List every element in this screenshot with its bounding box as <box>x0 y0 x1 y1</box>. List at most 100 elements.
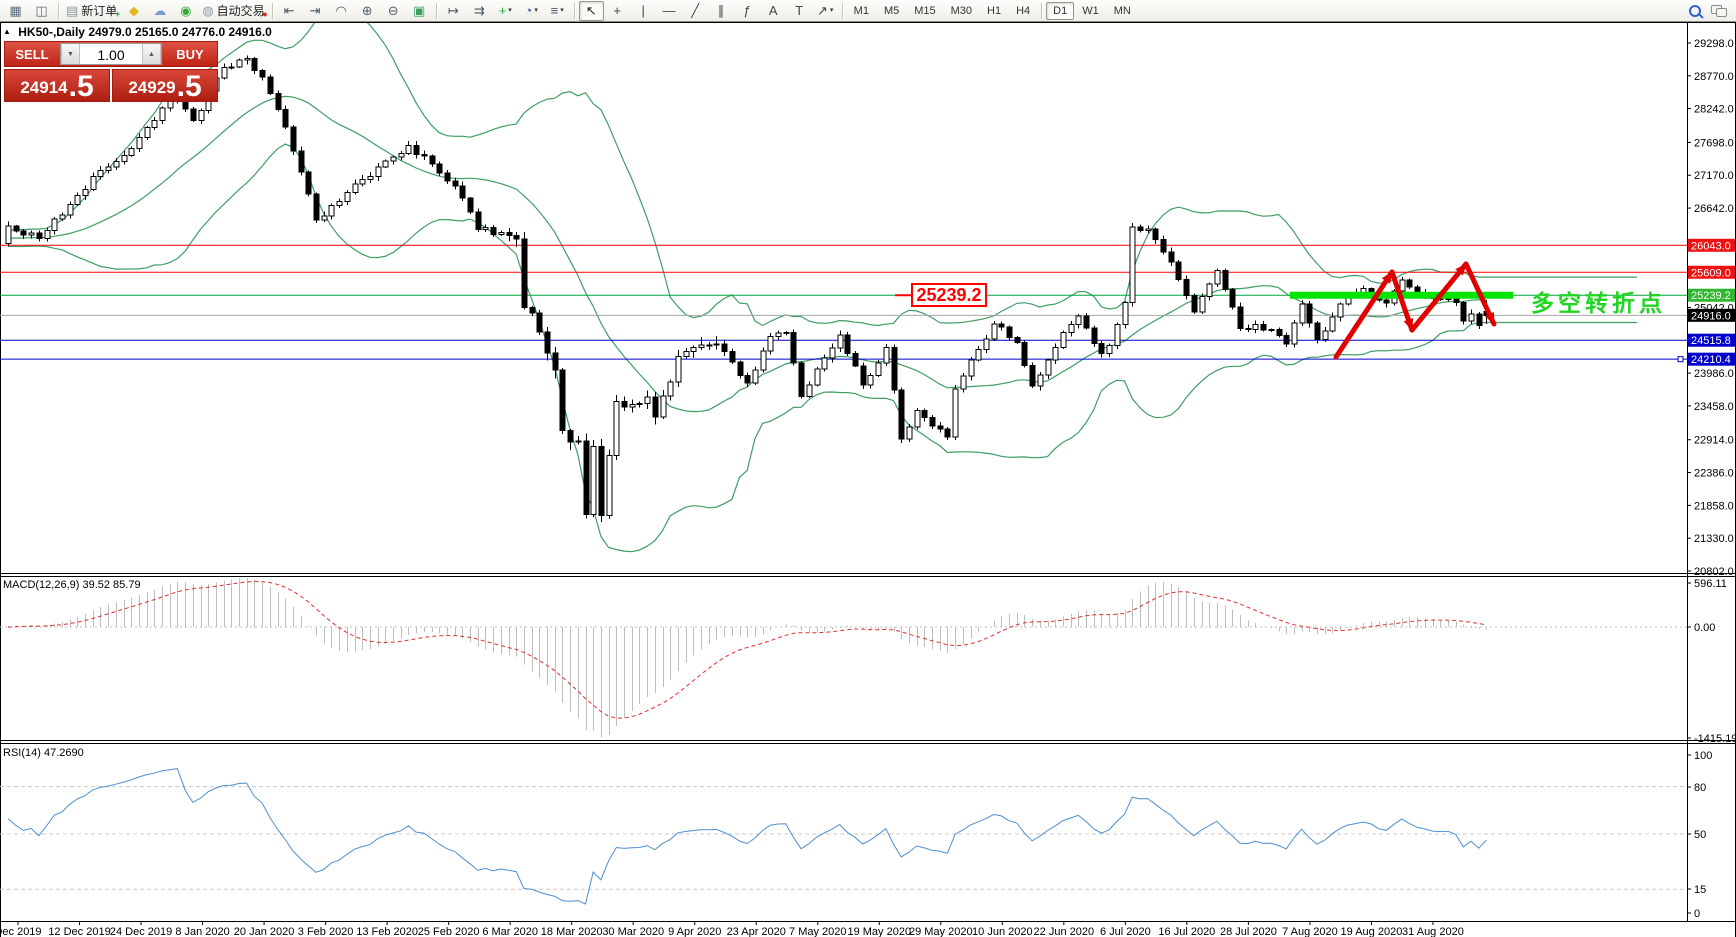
price-axis-marker-value: 24515.8 <box>1691 335 1731 347</box>
svg-text:29298.0: 29298.0 <box>1694 38 1734 50</box>
timeframe-mn[interactable]: MN <box>1107 2 1138 20</box>
cursor-button[interactable]: ↖ <box>578 0 604 21</box>
svg-text:30 Mar 2020: 30 Mar 2020 <box>602 926 664 937</box>
volume-stepper[interactable]: ▼ 1.00 ▲ <box>60 43 162 65</box>
buy-price[interactable]: 24929 .5 <box>112 69 218 102</box>
svg-text:25 Feb 2020: 25 Feb 2020 <box>418 926 480 937</box>
chevron-down-icon[interactable]: ▾ <box>534 3 538 19</box>
add-indicator-button[interactable]: + ▾ <box>493 1 518 21</box>
chevron-down-icon[interactable]: ▾ <box>560 3 564 19</box>
svg-text:21330.0: 21330.0 <box>1694 533 1734 545</box>
market-depth-icon: ☁ <box>153 2 167 18</box>
timeframe-w1[interactable]: W1 <box>1075 2 1106 20</box>
svg-text:20 Jan 2020: 20 Jan 2020 <box>234 926 295 937</box>
trade-buttons-row: SELL ▼ 1.00 ▲ BUY <box>4 41 218 67</box>
zoom-in-button[interactable]: ⊕ <box>355 1 380 21</box>
market-depth-button[interactable]: ☁ <box>147 1 172 21</box>
svg-text:19 Aug 2020: 19 Aug 2020 <box>1341 926 1403 937</box>
periods-button[interactable]: ◔ ▾ <box>519 1 544 21</box>
price-level-tag[interactable]: 25239.2 <box>911 283 987 307</box>
autotrade-button[interactable]: ◍ ● 自动交易 <box>199 1 267 21</box>
new-chart-button[interactable]: ▦ <box>3 1 28 21</box>
tile-windows-button[interactable]: ▣ <box>407 1 432 21</box>
arrows-button[interactable]: ↗ ▾ <box>813 1 838 21</box>
timeframe-m15[interactable]: M15 <box>907 2 942 20</box>
horizontal-level-lines[interactable]: 26043.025609.025239.224916.024515.824210… <box>0 238 1735 366</box>
sell-price-frac: .5 <box>68 70 94 103</box>
tile-windows-icon: ▣ <box>413 2 426 18</box>
fibonacci-icon: ƒ <box>743 2 751 18</box>
search-icon[interactable] <box>1689 4 1701 17</box>
sell-price[interactable]: 24914 .5 <box>4 69 110 102</box>
sell-price-main: 24914 <box>20 78 68 97</box>
chart-preview-icon: ◫ <box>35 2 48 18</box>
vertical-line-button[interactable]: | <box>631 1 656 21</box>
zoom-out-button[interactable]: ⊖ <box>381 1 406 21</box>
chart-step-button[interactable]: ↦ <box>441 1 466 21</box>
autotrade-label: 自动交易 <box>216 3 265 18</box>
scale-fix-icon: ◠ <box>335 2 347 18</box>
timeframe-h1[interactable]: H1 <box>980 2 1008 20</box>
signals-icon: ◉ <box>180 2 192 18</box>
timeframe-h4[interactable]: H4 <box>1009 2 1037 20</box>
autotrade-icon: ◍ <box>202 2 214 18</box>
svg-text:50: 50 <box>1694 829 1706 841</box>
svg-text:3 Feb 2020: 3 Feb 2020 <box>298 926 354 937</box>
toolbar-separator <box>58 2 59 19</box>
chevron-down-icon[interactable]: ▾ <box>830 3 834 19</box>
svg-text:28770.0: 28770.0 <box>1694 71 1734 83</box>
text-label-button[interactable]: T <box>787 1 812 21</box>
collapse-icon[interactable]: ▲ <box>3 27 11 36</box>
turning-point-annotation[interactable]: 多空转折点 <box>1531 284 1666 318</box>
channel-button[interactable]: ∥ <box>709 1 734 21</box>
svg-text:15: 15 <box>1694 884 1706 896</box>
rsi-level-lines <box>0 786 1687 890</box>
toolbar-separator <box>435 2 437 19</box>
chart-preview-button[interactable]: ◫ <box>29 1 54 21</box>
scale-fix-button[interactable]: ◠ <box>329 1 354 21</box>
trendline-icon: ╱ <box>691 2 700 18</box>
svg-text:25042.0: 25042.0 <box>1694 302 1734 314</box>
fibonacci-button[interactable]: ƒ <box>735 1 760 21</box>
chevron-down-icon[interactable]: ▾ <box>508 3 512 19</box>
sell-button[interactable]: SELL <box>5 42 59 66</box>
timeframe-m5[interactable]: M5 <box>877 2 906 20</box>
text-icon: A <box>768 2 778 18</box>
auto-scroll-button[interactable]: ⇥ <box>303 1 328 21</box>
volume-decrease-button[interactable]: ▼ <box>61 44 80 64</box>
rsi-indicator-label: RSI(14) 47.2690 <box>3 747 84 759</box>
price-chart[interactable]: 26043.025609.025239.224916.024515.824210… <box>0 22 1736 937</box>
svg-text:28242.0: 28242.0 <box>1694 104 1734 116</box>
new-order-overlay-icon: + <box>115 8 121 19</box>
bollinger-bands <box>7 23 1487 553</box>
chart-title: ▲ HK50-,Daily 24979.0 25165.0 24776.0 24… <box>3 25 272 39</box>
svg-text:100: 100 <box>1694 750 1712 762</box>
templates-button[interactable]: ≡ ▾ <box>545 1 570 21</box>
timeframe-m1[interactable]: M1 <box>847 2 876 20</box>
timeframe-m30[interactable]: M30 <box>944 2 979 20</box>
metaeditor-button[interactable]: ◆ <box>121 1 146 21</box>
crosshair-icon: + <box>613 2 621 18</box>
chart-window[interactable]: 26043.0 25609.0 25239.2 24916.0 24515.8 24210… <box>0 22 1736 937</box>
horizontal-line-button[interactable]: — <box>657 1 682 21</box>
timeframe-d1[interactable]: D1 <box>1046 1 1075 20</box>
new-order-button[interactable]: ▤ + 新订单 <box>63 1 120 21</box>
trendline-button[interactable]: ╱ <box>683 1 708 21</box>
crosshair-button[interactable]: + <box>605 1 630 21</box>
text-button[interactable]: A <box>761 1 786 21</box>
new-order-icon: ▤ <box>66 2 79 18</box>
chart-end-button[interactable]: ⇉ <box>467 1 492 21</box>
toolbar-separator <box>271 2 273 19</box>
channel-icon: ∥ <box>717 2 725 18</box>
chat-icon[interactable] <box>1711 4 1727 17</box>
svg-text:7 May 2020: 7 May 2020 <box>789 926 846 937</box>
volume-value[interactable]: 1.00 <box>80 44 142 64</box>
signals-button[interactable]: ◉ <box>173 1 198 21</box>
buy-price-frac: .5 <box>176 70 202 103</box>
svg-text:9 Apr 2020: 9 Apr 2020 <box>668 926 721 937</box>
buy-button[interactable]: BUY <box>163 42 217 66</box>
new-order-label: 新订单 <box>81 3 118 18</box>
volume-increase-button[interactable]: ▲ <box>142 44 161 64</box>
zigzag-arrows[interactable] <box>1333 261 1497 360</box>
chart-shift-button[interactable]: ⇤ <box>277 1 302 21</box>
